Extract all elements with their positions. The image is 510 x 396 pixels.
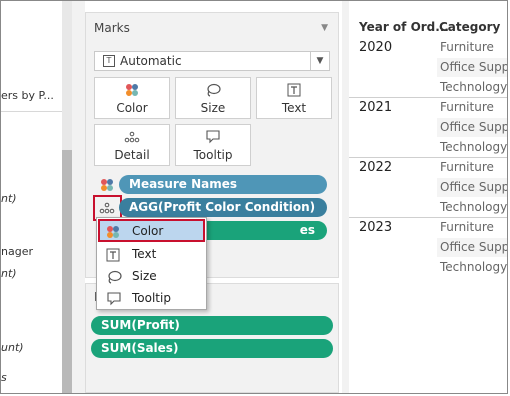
text-button[interactable]: Text	[256, 77, 332, 119]
category-cell[interactable]: Office Supp	[437, 238, 507, 257]
color-button-label: Color	[116, 101, 148, 115]
text-t-icon	[257, 83, 331, 97]
header-year[interactable]: Year of Ord...	[359, 20, 449, 34]
separator	[1, 111, 62, 112]
pill-measure-names[interactable]: Measure Names	[119, 175, 327, 194]
category-cell[interactable]: Office Supp	[437, 118, 507, 137]
highlight-box-color	[98, 219, 205, 242]
viz-table: Year of Ord... Category 2020 Furniture O…	[349, 1, 507, 393]
header-category[interactable]: Category	[439, 20, 500, 34]
menu-item-label: Size	[132, 269, 157, 283]
chevron-down-icon[interactable]: ▼	[310, 52, 329, 70]
left-fragment[interactable]: nt)	[1, 192, 17, 205]
color-button[interactable]: Color	[94, 77, 170, 119]
category-cell[interactable]: Furniture	[437, 98, 507, 117]
year-cell[interactable]: 2020	[359, 40, 392, 55]
pane-gap	[72, 1, 85, 393]
category-cell[interactable]: Technology	[437, 138, 507, 157]
left-fragment[interactable]: s	[1, 371, 7, 384]
category-cell[interactable]: Technology	[437, 258, 507, 277]
color-dots-icon[interactable]	[100, 178, 114, 195]
menu-item-size[interactable]: Size	[98, 266, 205, 287]
pill-profit-color-condition[interactable]: AGG(Profit Color Condition)	[119, 198, 327, 217]
left-fragment[interactable]: nt)	[1, 267, 17, 280]
category-cell[interactable]: Furniture	[437, 38, 507, 57]
size-button-label: Size	[200, 101, 226, 115]
menu-item-tooltip[interactable]: Tooltip	[98, 288, 205, 309]
year-cell[interactable]: 2022	[359, 160, 392, 175]
category-cell[interactable]: Furniture	[437, 218, 507, 237]
pill-sum-sales[interactable]: SUM(Sales)	[91, 339, 333, 358]
detail-dots-icon	[95, 130, 169, 144]
category-cell[interactable]: Office Supp	[437, 178, 507, 197]
left-data-pane: ers by P... nt) nager nt) unt) s	[1, 1, 62, 393]
menu-item-label: Text	[132, 247, 157, 261]
size-lasso-icon	[106, 270, 122, 284]
left-fragment[interactable]: ers by P...	[1, 89, 54, 102]
size-button[interactable]: Size	[175, 77, 251, 119]
size-lasso-icon	[176, 83, 250, 97]
marks-title: Marks	[94, 21, 130, 35]
left-fragment[interactable]: unt)	[1, 341, 24, 354]
collapse-caret-icon[interactable]: ▼	[321, 23, 328, 33]
left-fragment[interactable]: nager	[1, 245, 33, 258]
menu-item-text[interactable]: Text	[98, 244, 205, 265]
mark-type-label: Automatic	[120, 54, 182, 68]
pill-sum-profit[interactable]: SUM(Profit)	[91, 316, 333, 335]
text-t-icon	[106, 248, 120, 262]
text-button-label: Text	[281, 101, 307, 115]
tooltip-bubble-icon	[106, 292, 121, 306]
pane-divider[interactable]	[342, 1, 349, 393]
mark-type-dropdown[interactable]: T Automatic ▼	[94, 51, 330, 71]
color-dots-icon	[95, 83, 169, 97]
category-cell[interactable]: Furniture	[437, 158, 507, 177]
text-t-icon: T	[103, 55, 115, 67]
detail-button[interactable]: Detail	[94, 124, 170, 166]
year-cell[interactable]: 2023	[359, 220, 392, 235]
detail-button-label: Detail	[114, 148, 150, 162]
tooltip-button-label: Tooltip	[193, 148, 233, 162]
category-cell[interactable]: Office Supp	[437, 58, 507, 77]
category-cell[interactable]: Technology	[437, 78, 507, 97]
scrollbar-thumb[interactable]	[62, 150, 72, 393]
tooltip-button[interactable]: Tooltip	[175, 124, 251, 166]
category-cell[interactable]: Technology	[437, 198, 507, 217]
year-cell[interactable]: 2021	[359, 100, 392, 115]
menu-item-label: Tooltip	[132, 291, 171, 305]
tooltip-bubble-icon	[176, 130, 250, 144]
